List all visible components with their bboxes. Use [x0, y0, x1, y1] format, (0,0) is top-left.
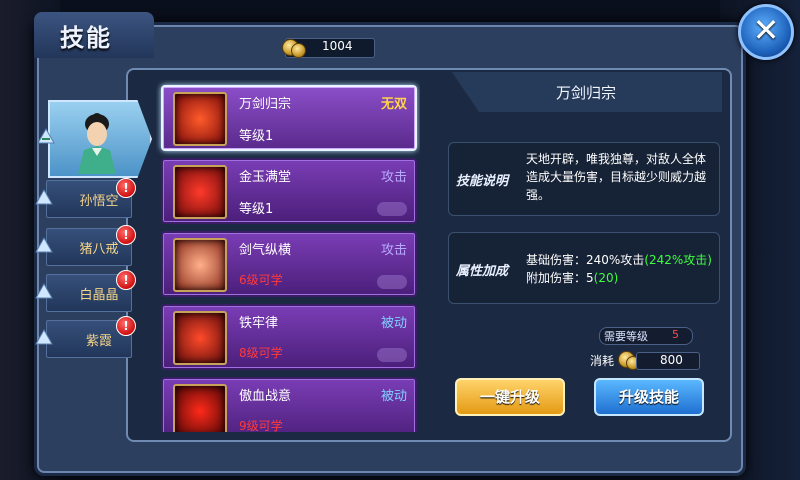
required-level-label: 需要等级: [604, 330, 648, 343]
slash-icon: [173, 165, 227, 219]
skill-item-1[interactable]: 万剑归宗 无双 等级1: [161, 85, 417, 151]
attr-label: 属性加成: [456, 264, 509, 279]
quick-upgrade-button[interactable]: 一键升级: [455, 378, 565, 416]
skill-unlock-level: 6级可学: [239, 273, 283, 287]
attr-extra-damage: 附加伤害：5: [526, 271, 594, 285]
desc-text: 天地开辟，唯我独尊，对敌人全体造成大量伤害，目标越少则威力越强。: [526, 152, 707, 202]
skill-name: 傲血战意: [239, 389, 292, 404]
skill-type: 被动: [380, 316, 407, 331]
wing-icon: [35, 188, 53, 205]
skill-type: 攻击: [380, 170, 407, 185]
skill-unlock-level: 8级可学: [239, 346, 283, 360]
required-level-value: 5: [672, 328, 679, 341]
character-face-icon: [78, 113, 116, 174]
attr-base-damage: 基础伤害：240%攻击: [526, 253, 645, 267]
skill-item-3[interactable]: 剑气纵横 攻击 6级可学: [161, 231, 417, 297]
wing-icon: [35, 282, 53, 299]
skill-name: 万剑归宗: [239, 97, 292, 112]
attr-base-bonus: (242%攻击): [644, 253, 712, 267]
wing-icon: [35, 236, 53, 253]
attr-line-1: 基础伤害：240%攻击(242%攻击): [526, 251, 712, 269]
skill-name: 金玉满堂: [239, 170, 292, 185]
skill-type: 攻击: [380, 243, 407, 258]
skill-item-5[interactable]: 傲血战意 被动 9级可学: [161, 377, 417, 432]
skill-type: 被动: [380, 389, 407, 404]
skill-item-2[interactable]: 金玉满堂 攻击 等级1: [161, 158, 417, 224]
alert-badge-icon: !: [116, 270, 136, 290]
cloud-ornament-icon: [377, 348, 407, 362]
window-title: 技能: [60, 24, 112, 52]
alert-badge-icon: !: [116, 316, 136, 336]
attr-extra-bonus: (20): [593, 271, 619, 285]
desc-label: 技能说明: [456, 174, 509, 189]
close-button[interactable]: ✕: [738, 4, 794, 60]
alert-badge-icon: !: [116, 225, 136, 245]
character-portrait[interactable]: [48, 100, 152, 178]
skill-name: 剑气纵横: [239, 243, 292, 258]
skill-level: 等级1: [239, 202, 274, 217]
skill-type: 无双: [380, 97, 407, 112]
cloud-ornament-icon: [377, 275, 407, 289]
cost-label: 消耗: [590, 354, 615, 368]
skill-name: 铁牢律: [239, 316, 279, 331]
currency-value: 1004: [322, 39, 353, 53]
alert-badge-icon: !: [116, 178, 136, 198]
sword-rain-icon: [173, 92, 227, 146]
upgrade-skill-button[interactable]: 升级技能: [594, 378, 704, 416]
cloud-ornament-icon: [377, 202, 407, 216]
skill-list[interactable]: 万剑归宗 无双 等级1 金玉满堂 攻击 等级1 剑气纵横 攻击 6级可学 铁牢律…: [156, 80, 420, 432]
attr-line-2: 附加伤害：5(20): [526, 269, 618, 287]
detail-skill-title: 万剑归宗: [555, 84, 616, 102]
skill-item-4[interactable]: 铁牢律 被动 8级可学: [161, 304, 417, 370]
wing-icon: [35, 328, 53, 345]
shield-emblem-icon: [173, 311, 227, 365]
blood-fury-icon: [173, 384, 227, 432]
skill-unlock-level: 9级可学: [239, 419, 283, 432]
wing-badge-icon: [37, 127, 55, 144]
skill-level: 等级1: [239, 129, 274, 144]
cost-value: 800: [660, 353, 683, 367]
close-x-icon: ✕: [752, 11, 780, 49]
blade-icon: [173, 238, 227, 292]
coin-icon-2: [291, 43, 306, 58]
